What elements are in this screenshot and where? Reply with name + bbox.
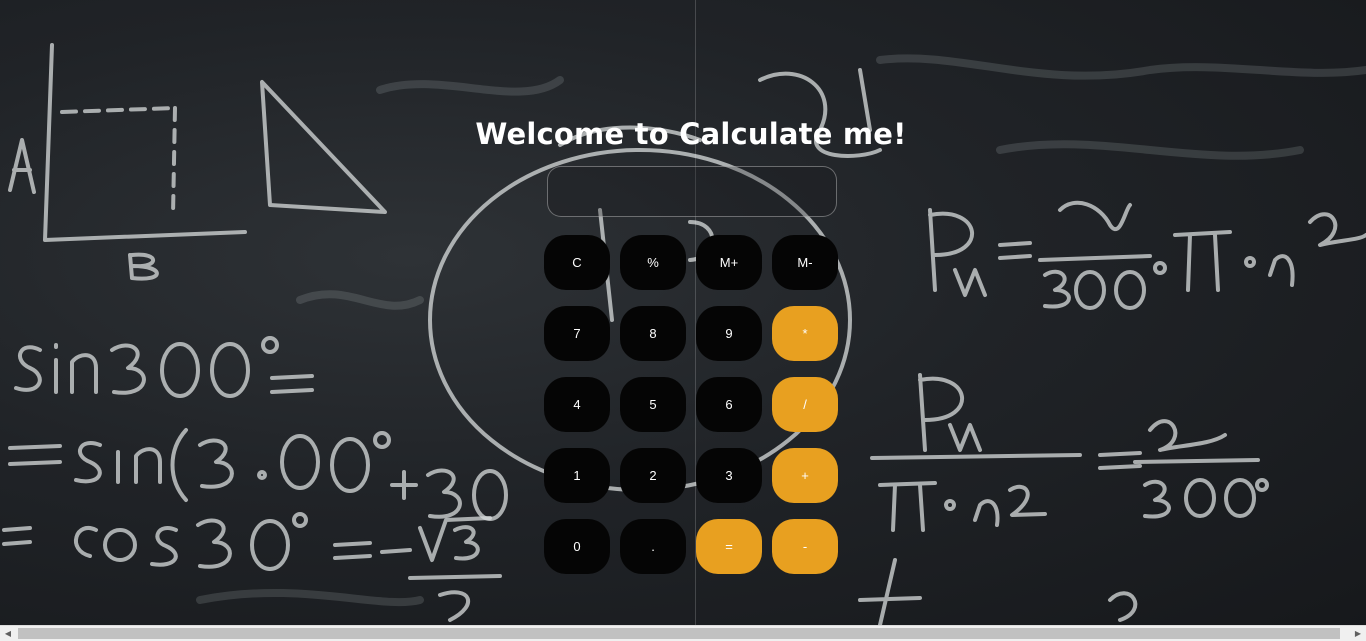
clear-button[interactable]: C: [544, 235, 610, 290]
digit-1-button[interactable]: 1: [544, 448, 610, 503]
scrollbar-thumb[interactable]: [18, 628, 1340, 639]
digit-6-button[interactable]: 6: [696, 377, 762, 432]
digit-4-button[interactable]: 4: [544, 377, 610, 432]
calculator-display: [547, 166, 837, 217]
digit-0-button[interactable]: 0: [544, 519, 610, 574]
multiply-button[interactable]: *: [772, 306, 838, 361]
divide-button[interactable]: /: [772, 377, 838, 432]
chevron-right-icon[interactable]: ▶: [1350, 626, 1366, 641]
subtract-button[interactable]: -: [772, 519, 838, 574]
page: Welcome to Calculate me! C % M+ M- 7 8 9…: [0, 0, 1366, 641]
digit-9-button[interactable]: 9: [696, 306, 762, 361]
page-title: Welcome to Calculate me!: [475, 117, 907, 152]
chevron-left-icon[interactable]: ◀: [0, 626, 16, 641]
digit-2-button[interactable]: 2: [620, 448, 686, 503]
memory-subtract-button[interactable]: M-: [772, 235, 838, 290]
equals-button[interactable]: =: [696, 519, 762, 574]
digit-8-button[interactable]: 8: [620, 306, 686, 361]
percent-button[interactable]: %: [620, 235, 686, 290]
decimal-button[interactable]: .: [620, 519, 686, 574]
memory-add-button[interactable]: M+: [696, 235, 762, 290]
horizontal-scrollbar[interactable]: ◀ ▶: [0, 625, 1366, 641]
add-button[interactable]: +: [772, 448, 838, 503]
digit-5-button[interactable]: 5: [620, 377, 686, 432]
digit-3-button[interactable]: 3: [696, 448, 762, 503]
calculator-keypad: C % M+ M- 7 8 9 * 4 5 6 / 1 2 3 + 0 . = …: [544, 235, 838, 574]
digit-7-button[interactable]: 7: [544, 306, 610, 361]
